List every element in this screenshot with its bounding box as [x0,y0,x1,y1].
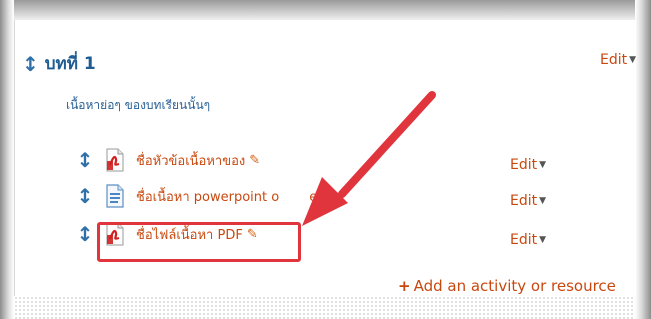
screenshot-frame: ↕ บทที่ 1 Edit ▼ เนื้อหาย่อๆ ของบทเรียนนั… [0,0,651,319]
annotation-arrow [302,91,436,226]
arrow-shaft [338,91,436,198]
arrow-head [302,177,348,226]
